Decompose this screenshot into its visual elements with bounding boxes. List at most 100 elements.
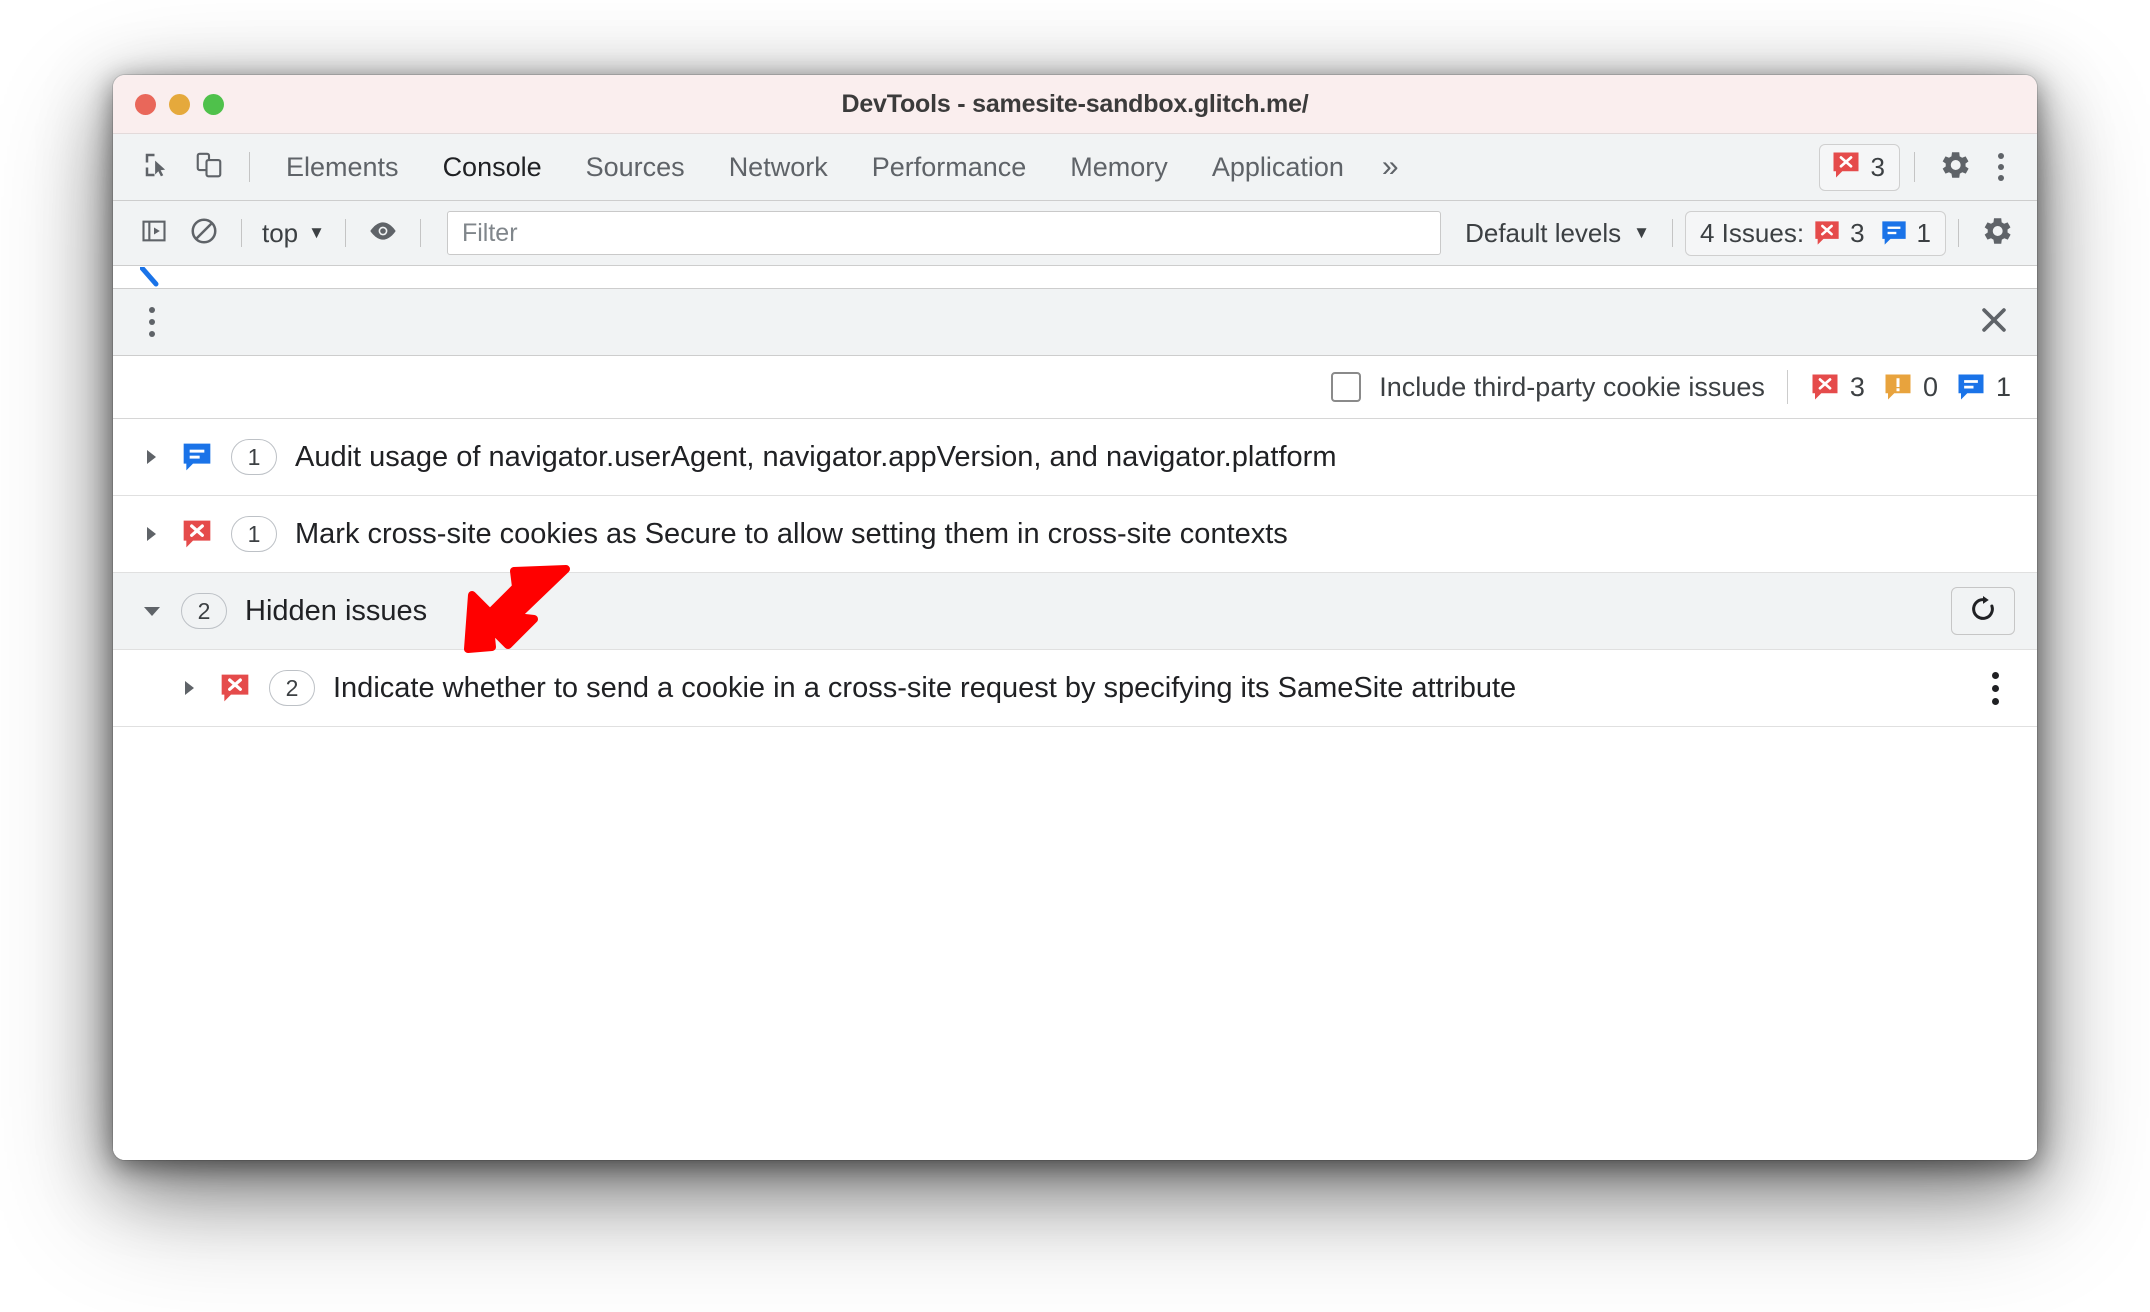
- warning-issue-icon: [1883, 372, 1913, 402]
- expand-triangle-icon[interactable]: [175, 678, 205, 698]
- issues-drawer-header: [113, 289, 2037, 356]
- execution-context-label: top: [262, 217, 299, 248]
- tab-performance[interactable]: Performance: [850, 134, 1049, 200]
- more-tabs-button[interactable]: »: [1366, 150, 1415, 184]
- live-expression-button[interactable]: [358, 208, 408, 258]
- toolbar-divider-2: [1914, 152, 1915, 182]
- devtools-main-menu-button[interactable]: [1981, 141, 2021, 193]
- clear-console-button[interactable]: [179, 208, 229, 258]
- issues-counter-button[interactable]: 4 Issues: 3 1: [1685, 210, 1946, 256]
- issue-count-pill: 1: [231, 439, 277, 475]
- more-vertical-icon-drawer: [149, 307, 155, 337]
- inspect-element-button[interactable]: [131, 141, 183, 193]
- device-toolbar-button[interactable]: [183, 141, 235, 193]
- close-icon: [1977, 303, 2011, 342]
- filterbar-divider-2: [344, 219, 346, 247]
- console-filter-input[interactable]: Filter: [446, 211, 1442, 255]
- maximize-window-button[interactable]: [203, 93, 224, 115]
- devtools-main-toolbar: Elements Console Sources Network Perform…: [113, 134, 2037, 201]
- execution-context-selector[interactable]: top ▼: [254, 218, 333, 249]
- third-party-cookie-filter-row: Include third-party cookie issues 3 0 1: [113, 356, 2037, 419]
- error-count-group: 3: [1810, 372, 1865, 403]
- issue-title: Audit usage of navigator.userAgent, navi…: [295, 440, 1337, 473]
- console-message-area[interactable]: [113, 265, 2037, 289]
- inspect-element-icon: [142, 150, 172, 185]
- console-sidebar-icon: [140, 217, 168, 250]
- drawer-more-menu-button[interactable]: [129, 297, 175, 347]
- issues-error-count: 3: [1850, 217, 1865, 248]
- issues-drawer: Include third-party cookie issues 3 0 1 …: [113, 289, 2037, 1160]
- devtools-window: DevTools - samesite-sandbox.glitch.me/ E…: [113, 75, 2037, 1160]
- error-issue-icon-row: [181, 518, 213, 550]
- collapse-triangle-icon[interactable]: [137, 601, 167, 621]
- info-issue-icon-small: [1880, 219, 1908, 247]
- filterbar-divider-1: [241, 219, 242, 247]
- log-levels-selector[interactable]: Default levels ▼: [1455, 218, 1660, 249]
- traffic-light-buttons: [135, 93, 224, 115]
- hidden-issues-label: Hidden issues: [245, 594, 428, 627]
- issue-row[interactable]: 1 Mark cross-site cookies as Secure to a…: [113, 496, 2037, 573]
- eye-icon: [367, 215, 399, 252]
- info-issue-icon-count: [1956, 372, 1986, 402]
- panel-tabs: Elements Console Sources Network Perform…: [264, 134, 1415, 200]
- error-issue-icon-row: [219, 672, 251, 704]
- error-count-value: 3: [1870, 151, 1885, 182]
- expand-triangle-icon[interactable]: [137, 524, 167, 544]
- window-title: DevTools - samesite-sandbox.glitch.me/: [841, 89, 1309, 118]
- tab-network[interactable]: Network: [707, 134, 850, 200]
- error-issue-icon-count: [1810, 372, 1840, 402]
- console-settings-button[interactable]: [1971, 207, 2023, 259]
- issues-empty-space: [113, 727, 2037, 1160]
- filterbar-divider-4: [1672, 219, 1673, 247]
- tab-memory[interactable]: Memory: [1048, 134, 1190, 200]
- hidden-issues-group-header[interactable]: 2 Hidden issues: [113, 573, 2037, 650]
- minimize-window-button[interactable]: [169, 93, 190, 115]
- info-count-number: 1: [1995, 371, 2011, 402]
- include-third-party-checkbox[interactable]: [1331, 372, 1362, 402]
- hidden-issue-count-pill: 2: [269, 670, 315, 706]
- gear-icon: [1938, 148, 1972, 187]
- console-filter-toolbar: top ▼ Filter Default levels ▼ 4 Issues: …: [113, 201, 2037, 266]
- issue-row[interactable]: 1 Audit usage of navigator.userAgent, na…: [113, 419, 2037, 496]
- screenshot-root: DevTools - samesite-sandbox.glitch.me/ E…: [0, 0, 2150, 1312]
- toolbar-divider: [249, 152, 250, 182]
- console-prompt-caret-icon: [139, 265, 162, 287]
- filterbar-divider-5: [1958, 219, 1959, 247]
- unhide-all-issues-button[interactable]: [1951, 587, 2015, 635]
- tab-sources[interactable]: Sources: [564, 134, 707, 200]
- hidden-issue-menu-button[interactable]: [1975, 663, 2015, 713]
- console-filter-placeholder: Filter: [461, 218, 518, 247]
- issues-info-count: 1: [1916, 217, 1931, 248]
- hidden-issues-count-pill: 2: [181, 593, 227, 629]
- window-titlebar: DevTools - samesite-sandbox.glitch.me/: [113, 75, 2037, 134]
- device-toolbar-icon: [194, 150, 224, 185]
- expand-triangle-icon[interactable]: [137, 447, 167, 467]
- error-count-number: 3: [1849, 371, 1865, 402]
- info-issue-icon-row: [181, 441, 213, 473]
- tab-console[interactable]: Console: [421, 134, 564, 200]
- clear-console-icon: [189, 216, 219, 251]
- chevron-down-icon-levels: ▼: [1633, 223, 1650, 242]
- warning-count-group: 0: [1883, 372, 1938, 403]
- log-levels-label: Default levels: [1465, 217, 1622, 248]
- chevron-down-icon: ▼: [308, 223, 325, 242]
- console-sidebar-toggle-button[interactable]: [129, 208, 179, 258]
- devtools-settings-button[interactable]: [1929, 141, 1981, 193]
- close-drawer-button[interactable]: [1971, 299, 2017, 345]
- error-issue-icon-small: [1813, 219, 1841, 247]
- tab-elements[interactable]: Elements: [264, 134, 421, 200]
- issue-title: Mark cross-site cookies as Secure to all…: [295, 517, 1288, 550]
- issue-count-pill: 1: [231, 516, 277, 552]
- refresh-icon: [1968, 594, 1998, 629]
- hidden-issue-row[interactable]: 2 Indicate whether to send a cookie in a…: [113, 650, 2037, 727]
- error-count-badge[interactable]: 3: [1818, 143, 1900, 191]
- gear-icon-console: [1980, 214, 2014, 253]
- more-vertical-icon-row: [1991, 671, 1999, 705]
- hidden-issue-title: Indicate whether to send a cookie in a c…: [333, 671, 1517, 704]
- info-count-group: 1: [1956, 372, 2011, 403]
- warning-count-number: 0: [1922, 371, 1938, 402]
- issues-counter-label: 4 Issues:: [1700, 217, 1805, 248]
- close-window-button[interactable]: [135, 93, 156, 115]
- tab-application[interactable]: Application: [1190, 134, 1366, 200]
- more-vertical-icon: [1998, 153, 2004, 181]
